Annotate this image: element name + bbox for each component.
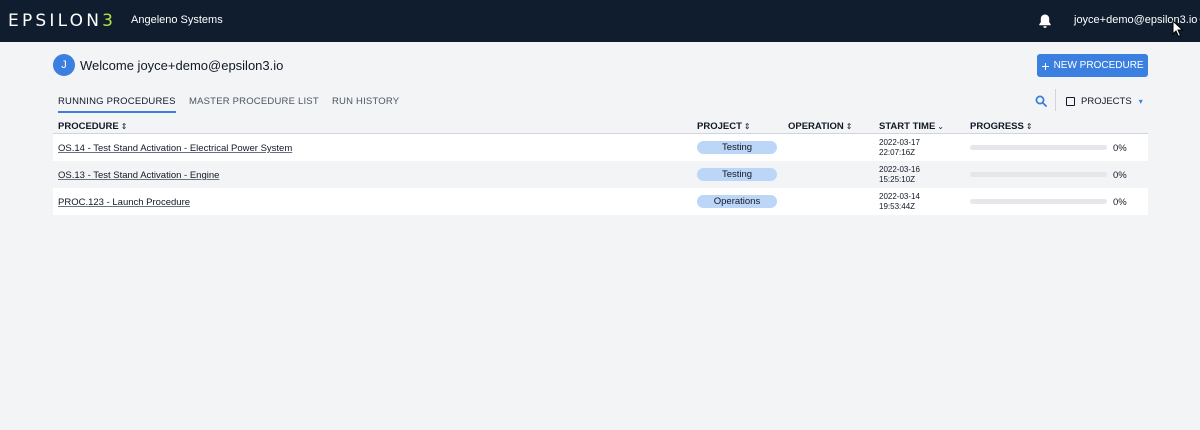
procedure-link[interactable]: OS.13 - Test Stand Activation - Engine (58, 170, 219, 181)
projects-label: PROJECTS (1081, 96, 1132, 107)
project-badge: Operations (697, 195, 777, 208)
epsilon3-logo[interactable]: EPSILON3 (8, 11, 116, 31)
column-label: PROGRESS (970, 121, 1024, 132)
tab-run-history[interactable]: RUN HISTORY (332, 96, 399, 111)
search-icon[interactable] (1035, 95, 1047, 107)
project-badge: Testing (697, 168, 777, 181)
progress-percent: 0% (1113, 197, 1127, 208)
table-row: OS.13 - Test Stand Activation - Engine T… (53, 161, 1148, 188)
column-header-operation[interactable]: OPERATION ⇕ (788, 121, 852, 132)
start-time: 2022-03-14 19:53:44Z (879, 192, 920, 212)
start-time: 2022-03-17 22:07:16Z (879, 138, 920, 158)
start-date: 2022-03-16 (879, 165, 920, 174)
tab-running-procedures[interactable]: RUNNING PROCEDURES (58, 96, 176, 113)
projects-filter[interactable]: PROJECTS ▾ (1066, 96, 1143, 107)
start-date: 2022-03-14 (879, 192, 920, 201)
progress-percent: 0% (1113, 143, 1127, 154)
start-clock: 22:07:16Z (879, 148, 916, 157)
project-badge: Testing (697, 141, 777, 154)
procedure-link[interactable]: PROC.123 - Launch Procedure (58, 197, 190, 208)
welcome-banner: J Welcome joyce+demo@epsilon3.io (53, 54, 283, 76)
new-procedure-button[interactable]: + NEW PROCEDURE (1037, 54, 1148, 77)
organization-name[interactable]: Angeleno Systems (131, 14, 223, 26)
sort-icon: ⇕ (845, 122, 853, 131)
chevron-down-icon: ▾ (1138, 97, 1143, 106)
running-procedures-table: PROCEDURE ⇕ PROJECT ⇕ OPERATION ⇕ START TIM… (53, 117, 1148, 215)
checkbox-icon[interactable] (1066, 97, 1075, 106)
logo-accent: 3 (102, 11, 117, 31)
table-row: PROC.123 - Launch Procedure Operations 2… (53, 188, 1148, 215)
progress-bar (970, 199, 1107, 204)
divider (1055, 89, 1056, 111)
column-label: PROCEDURE (58, 121, 119, 132)
start-time: 2022-03-16 15:25:10Z (879, 165, 920, 185)
sort-desc-icon: ⌄ (937, 122, 944, 131)
column-header-procedure[interactable]: PROCEDURE ⇕ (58, 121, 127, 132)
column-label: OPERATION (788, 121, 844, 132)
table-row: OS.14 - Test Stand Activation - Electric… (53, 134, 1148, 161)
sort-icon: ⇕ (743, 122, 751, 131)
logo-text: EPSILON (8, 11, 103, 31)
top-navigation-bar: EPSILON3 Angeleno Systems joyce+demo@eps… (0, 0, 1200, 42)
avatar: J (53, 54, 75, 76)
tab-master-procedure-list[interactable]: MASTER PROCEDURE LIST (189, 96, 319, 111)
mouse-pointer-icon (1172, 20, 1184, 38)
new-procedure-label: NEW PROCEDURE (1053, 60, 1144, 71)
sort-icon: ⇕ (120, 122, 128, 131)
column-header-project[interactable]: PROJECT ⇕ (697, 121, 751, 132)
column-label: START TIME (879, 121, 936, 132)
column-header-start-time[interactable]: START TIME ⌄ (879, 121, 944, 132)
table-header: PROCEDURE ⇕ PROJECT ⇕ OPERATION ⇕ START TIM… (53, 117, 1148, 134)
start-date: 2022-03-17 (879, 138, 920, 147)
progress-bar (970, 172, 1107, 177)
welcome-text: Welcome joyce+demo@epsilon3.io (80, 57, 284, 73)
start-clock: 19:53:44Z (879, 202, 916, 211)
bell-icon[interactable] (1037, 13, 1053, 29)
column-header-progress[interactable]: PROGRESS ⇕ (970, 121, 1033, 132)
progress-bar (970, 145, 1107, 150)
progress-percent: 0% (1113, 170, 1127, 181)
start-clock: 15:25:10Z (879, 175, 916, 184)
column-label: PROJECT (697, 121, 742, 132)
plus-icon: + (1041, 57, 1050, 74)
procedure-link[interactable]: OS.14 - Test Stand Activation - Electric… (58, 143, 292, 154)
sort-icon: ⇕ (1025, 122, 1033, 131)
